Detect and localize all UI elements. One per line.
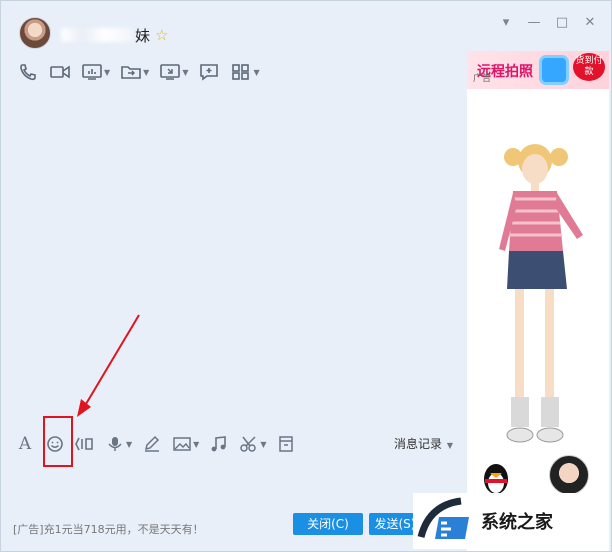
chevron-down-icon: ▼ bbox=[446, 441, 453, 450]
emoji-highlight-box bbox=[43, 416, 73, 467]
video-icon bbox=[50, 65, 70, 79]
message-history-button[interactable]: 消息记录 ▼ bbox=[394, 435, 453, 452]
screenshot-button[interactable]: ▼ bbox=[239, 435, 266, 453]
chevron-down-icon: ▼ bbox=[193, 439, 200, 449]
contact-name-text: 妹 bbox=[135, 26, 151, 45]
file-transfer-icon bbox=[121, 66, 141, 79]
image-icon bbox=[173, 437, 191, 451]
phone-icon bbox=[20, 64, 36, 81]
pencil-icon bbox=[145, 435, 160, 452]
watermark-text: 系统之家 bbox=[481, 512, 553, 533]
my-avatar[interactable] bbox=[549, 455, 589, 495]
menu-dropdown-button[interactable]: ▾ bbox=[499, 15, 513, 30]
ad-panel[interactable]: 远程拍照 广告 货到付款 bbox=[467, 51, 609, 551]
chevron-down-icon: ▼ bbox=[126, 439, 133, 449]
chat-window: 妹 ☆ ▾ — □ ✕ ▼ ▼ ▼ ▼ 远程拍照 广告 货到付款 A ▼ ▼ ▼… bbox=[0, 0, 612, 552]
minimize-button[interactable]: — bbox=[527, 15, 541, 30]
apps-button[interactable]: ▼ bbox=[230, 61, 260, 83]
qq-penguin-icon bbox=[484, 464, 508, 494]
top-toolbar: ▼ ▼ ▼ ▼ bbox=[17, 61, 260, 83]
doodle-button[interactable] bbox=[142, 435, 162, 453]
site-watermark: 系统之家 bbox=[413, 493, 609, 549]
smartwatch-image bbox=[539, 55, 569, 85]
screen-share-button[interactable]: ▼ bbox=[81, 61, 110, 83]
add-chat-icon bbox=[200, 64, 219, 81]
close-button[interactable]: 关闭(C) bbox=[293, 513, 363, 535]
music-note-icon bbox=[211, 436, 227, 452]
chevron-down-icon: ▼ bbox=[253, 67, 260, 77]
screen-share-icon bbox=[82, 64, 102, 80]
video-message-button[interactable] bbox=[75, 435, 95, 453]
video-bracket-icon bbox=[75, 437, 93, 451]
window-controls: ▾ — □ ✕ bbox=[499, 15, 597, 30]
font-button[interactable]: A bbox=[15, 434, 35, 454]
remote-desktop-icon bbox=[160, 64, 181, 80]
apps-icon bbox=[232, 64, 250, 80]
star-icon: ☆ bbox=[155, 26, 169, 44]
annotation-arrow bbox=[77, 314, 140, 417]
red-envelope-button[interactable] bbox=[276, 435, 296, 453]
scissors-icon bbox=[240, 436, 257, 452]
blurred-name bbox=[61, 28, 133, 42]
ad-banner[interactable]: 远程拍照 广告 货到付款 bbox=[467, 51, 609, 89]
maximize-button[interactable]: □ bbox=[555, 15, 569, 30]
message-history-label: 消息记录 bbox=[394, 437, 443, 451]
remote-desktop-button[interactable]: ▼ bbox=[159, 61, 188, 83]
chevron-down-icon: ▼ bbox=[260, 439, 267, 449]
chevron-down-icon: ▼ bbox=[182, 67, 189, 77]
contact-avatar[interactable] bbox=[19, 17, 51, 49]
envelope-icon bbox=[279, 436, 294, 452]
microphone-icon bbox=[108, 437, 122, 451]
video-call-button[interactable] bbox=[49, 61, 71, 83]
add-chat-button[interactable] bbox=[198, 61, 220, 83]
music-button[interactable] bbox=[209, 435, 229, 453]
ad-badge: 货到付款 bbox=[573, 53, 605, 81]
close-window-button[interactable]: ✕ bbox=[583, 15, 597, 30]
voice-call-button[interactable] bbox=[17, 61, 39, 83]
file-transfer-button[interactable]: ▼ bbox=[120, 61, 149, 83]
show-avatar-image bbox=[499, 144, 583, 443]
contact-name[interactable]: 妹 ☆ bbox=[61, 25, 168, 45]
footer-ad-text[interactable]: [广告]充1元当718元用，不是天天有！ bbox=[13, 521, 204, 537]
image-button[interactable]: ▼ bbox=[172, 435, 199, 453]
watermark-logo bbox=[417, 497, 469, 539]
chevron-down-icon: ▼ bbox=[104, 67, 111, 77]
ad-tag: 广告 bbox=[473, 74, 492, 84]
voice-message-button[interactable]: ▼ bbox=[105, 435, 132, 453]
chevron-down-icon: ▼ bbox=[143, 67, 150, 77]
input-toolbar: A ▼ ▼ ▼ 消息记录 ▼ bbox=[15, 433, 459, 455]
